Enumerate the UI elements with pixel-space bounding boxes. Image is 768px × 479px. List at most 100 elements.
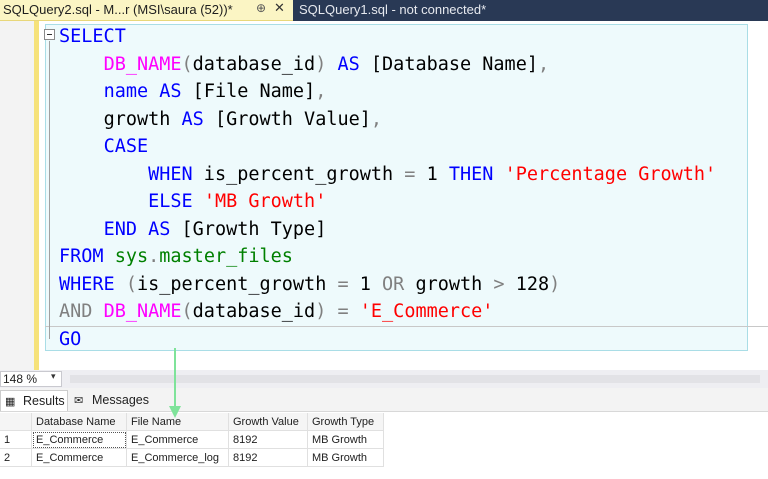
code-token: AS bbox=[159, 81, 182, 102]
table-row[interactable]: 2 E_Commerce E_Commerce_log 8192 MB Grow… bbox=[0, 449, 384, 467]
query-editor[interactable]: SELECT DB_NAME(database_id) AS [Database… bbox=[0, 21, 768, 370]
table-cell[interactable]: 8192 bbox=[229, 449, 308, 467]
table-cell[interactable]: MB Growth bbox=[308, 431, 384, 449]
code-token: DB_NAME bbox=[103, 54, 182, 75]
pin-icon[interactable]: ⊕ bbox=[256, 1, 266, 15]
chevron-down-icon[interactable]: ▾ bbox=[51, 372, 56, 382]
tab-messages[interactable]: ✉ Messages bbox=[70, 390, 155, 411]
table-cell[interactable]: E_Commerce bbox=[32, 449, 127, 467]
code-token: ) bbox=[315, 301, 327, 322]
code-token: GO bbox=[59, 329, 82, 350]
code-token: is_percent_growth bbox=[192, 164, 405, 185]
code-token: WHEN bbox=[148, 164, 193, 185]
code-token: database_id bbox=[192, 301, 316, 322]
tab-label: Results bbox=[23, 394, 65, 408]
code-token: ) bbox=[315, 54, 327, 75]
code-token: [Growth Type] bbox=[170, 219, 327, 240]
tab-sqlquery1[interactable]: SQLQuery1.sql - not connected* bbox=[293, 0, 513, 21]
code-token: master_files bbox=[159, 246, 293, 267]
table-cell[interactable]: 8192 bbox=[229, 431, 308, 449]
code-line[interactable]: name AS [File Name], bbox=[59, 79, 327, 105]
code-token: , bbox=[315, 81, 327, 102]
table-row[interactable]: 1 E_Commerce E_Commerce 8192 MB Growth bbox=[0, 431, 384, 449]
code-token: 'MB Growth' bbox=[203, 191, 327, 212]
tab-title: SQLQuery2.sql - M...r (MSI\saura (52))* bbox=[3, 2, 233, 17]
table-cell[interactable]: MB Growth bbox=[308, 449, 384, 467]
zoom-value: 148 % bbox=[3, 372, 38, 386]
table-cell[interactable]: E_Commerce bbox=[32, 431, 127, 449]
code-token: 128 bbox=[504, 274, 550, 295]
change-tracking-bar bbox=[34, 21, 39, 370]
code-line[interactable]: GO bbox=[59, 327, 81, 353]
column-header[interactable]: Database Name bbox=[32, 413, 127, 431]
code-line[interactable]: DB_NAME(database_id) AS [Database Name], bbox=[59, 52, 550, 78]
code-token: = bbox=[404, 164, 416, 185]
row-number-header bbox=[0, 413, 32, 431]
close-icon[interactable]: ✕ bbox=[274, 1, 285, 16]
code-token: AND bbox=[59, 301, 93, 322]
tab-title: SQLQuery1.sql - not connected* bbox=[299, 2, 487, 17]
current-line-indicator bbox=[45, 326, 768, 327]
code-token: [File Name] bbox=[181, 81, 316, 102]
code-line[interactable]: growth AS [Growth Value], bbox=[59, 107, 382, 133]
code-token: ( bbox=[181, 301, 193, 322]
code-line[interactable]: WHEN is_percent_growth = 1 THEN 'Percent… bbox=[59, 162, 716, 188]
grid-header-row: Database Name File Name Growth Value Gro… bbox=[0, 413, 384, 431]
code-token: OR bbox=[382, 274, 405, 295]
code-line[interactable]: END AS [Growth Type] bbox=[59, 217, 327, 243]
code-token: ( bbox=[125, 274, 137, 295]
messages-icon: ✉ bbox=[74, 395, 84, 407]
code-token: 'E_Commerce' bbox=[359, 301, 494, 322]
code-token: CASE bbox=[103, 136, 149, 157]
code-line[interactable]: FROM sys.master_files bbox=[59, 244, 293, 270]
code-token: database_id bbox=[192, 54, 316, 75]
row-number[interactable]: 1 bbox=[0, 431, 32, 449]
code-line[interactable]: AND DB_NAME(database_id) = 'E_Commerce' bbox=[59, 299, 493, 325]
code-token: = bbox=[337, 274, 349, 295]
code-line[interactable]: ELSE 'MB Growth' bbox=[59, 189, 326, 215]
column-header[interactable]: Growth Type bbox=[308, 413, 384, 431]
code-token: , bbox=[370, 109, 383, 130]
annotation-arrow-icon bbox=[169, 348, 181, 418]
code-token: growth bbox=[103, 109, 171, 130]
code-token: is_percent_growth bbox=[136, 274, 338, 295]
code-token: , bbox=[537, 54, 550, 75]
code-token: AS bbox=[181, 109, 204, 130]
code-token: AS bbox=[148, 219, 171, 240]
code-line[interactable]: WHERE (is_percent_growth = 1 OR growth >… bbox=[59, 272, 560, 298]
collapse-toggle-icon[interactable] bbox=[44, 29, 55, 40]
table-cell[interactable]: E_Commerce_log bbox=[127, 449, 229, 467]
outline-fold-line bbox=[49, 41, 50, 339]
column-header[interactable]: Growth Value bbox=[229, 413, 308, 431]
zoom-select[interactable]: 148 % ▾ bbox=[0, 371, 62, 387]
code-token: WHERE bbox=[59, 274, 115, 295]
tab-results[interactable]: ▦ Results bbox=[0, 390, 68, 411]
grid-icon: ▦ bbox=[5, 396, 16, 408]
code-token: name bbox=[103, 81, 149, 102]
editor-gutter bbox=[0, 21, 34, 370]
table-cell[interactable]: E_Commerce bbox=[127, 431, 229, 449]
code-line[interactable]: CASE bbox=[59, 134, 149, 160]
code-token: = bbox=[337, 301, 349, 322]
code-line[interactable]: SELECT bbox=[59, 24, 126, 50]
row-number[interactable]: 2 bbox=[0, 449, 32, 467]
code-token: sys bbox=[114, 246, 149, 267]
code-token: ELSE bbox=[148, 191, 193, 212]
tab-sqlquery2[interactable]: SQLQuery2.sql - M...r (MSI\saura (52))* … bbox=[0, 0, 293, 21]
code-token: DB_NAME bbox=[103, 301, 182, 322]
code-token: ) bbox=[549, 274, 561, 295]
code-token: ( bbox=[181, 54, 193, 75]
